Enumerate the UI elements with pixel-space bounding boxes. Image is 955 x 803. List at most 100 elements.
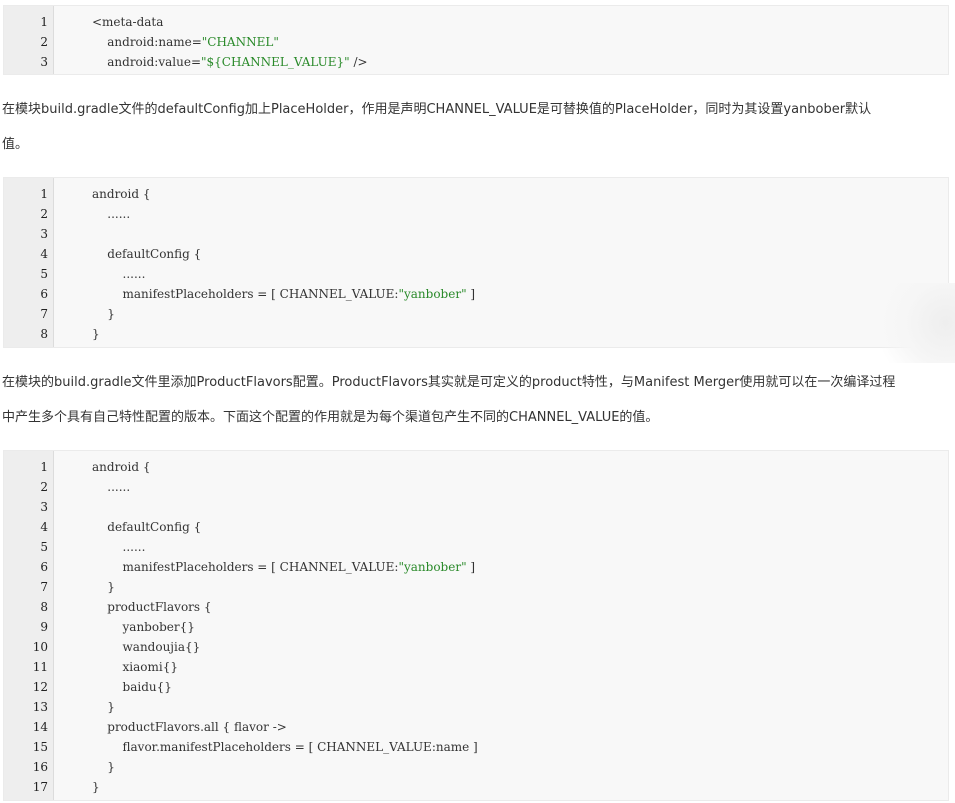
line-number: 1 (40, 460, 48, 474)
code-token: productFlavors.all { flavor -> (92, 720, 287, 734)
code-token: } (92, 307, 115, 321)
code-text: android:name="CHANNEL" (92, 32, 279, 52)
code-line: 1 <meta-data (4, 12, 948, 32)
code-text: <meta-data (92, 12, 163, 32)
code-line: 6 manifestPlaceholders = [ CHANNEL_VALUE… (4, 284, 948, 304)
code-token: android { (92, 187, 151, 201)
paragraph-line: 在模块的build.gradle文件里添加ProductFlavors配置。Pr… (2, 375, 896, 390)
code-text: defaultConfig { (92, 244, 201, 264)
code-line: 1 android { (4, 184, 948, 204)
string-literal: "yanbober" (398, 560, 467, 574)
code-text: android { (92, 184, 151, 204)
code-text: android { (92, 457, 151, 477)
code-block-product-flavors: 1 android {2 ...... 3 4 defaultConfig {5 ..… (3, 450, 949, 801)
line-number: 15 (32, 740, 48, 754)
code-text: } (92, 757, 115, 777)
code-line: 3 android:value="${CHANNEL_VALUE}" /> (4, 52, 948, 72)
code-line: 9 yanbober{} (4, 617, 948, 637)
code-text: manifestPlaceholders = [ CHANNEL_VALUE:"… (92, 557, 476, 577)
line-number: 2 (40, 35, 48, 49)
code-token: } (92, 780, 100, 794)
code-line: 10 wandoujia{} (4, 637, 948, 657)
code-text: ...... (92, 264, 146, 284)
string-literal: "CHANNEL" (201, 35, 279, 49)
code-line: 17} (4, 777, 948, 797)
code-token: } (92, 760, 115, 774)
code-text: baidu{} (92, 677, 172, 697)
line-number: 10 (32, 640, 48, 654)
code-token: ...... (92, 540, 146, 554)
line-number: 5 (40, 267, 48, 281)
code-line: 13 } (4, 697, 948, 717)
line-number: 8 (40, 600, 48, 614)
code-line: 7 } (4, 577, 948, 597)
paragraph-line: 在模块build.gradle文件的defaultConfig加上PlaceHo… (2, 102, 872, 117)
code-line: 3 (4, 224, 948, 244)
code-token: wandoujia{} (92, 640, 201, 654)
code-token: ...... (92, 480, 131, 494)
line-number: 5 (40, 540, 48, 554)
line-number: 14 (32, 720, 48, 734)
code-line: 8} (4, 324, 948, 344)
line-number: 16 (32, 760, 48, 774)
code-text: ...... (92, 537, 146, 557)
code-text: flavor.manifestPlaceholders = [ CHANNEL_… (92, 737, 478, 757)
code-text: } (92, 777, 100, 797)
code-token: xiaomi{} (92, 660, 178, 674)
code-line: 2 android:name="CHANNEL" (4, 32, 948, 52)
code-token: ...... (92, 207, 131, 221)
code-line: 4 defaultConfig { (4, 517, 948, 537)
code-text: ...... (92, 204, 130, 224)
code-token: <meta-data (92, 15, 164, 29)
line-number: 7 (40, 580, 48, 594)
code-line: 4 defaultConfig { (4, 244, 948, 264)
code-text: } (92, 577, 115, 597)
code-token: ] (466, 560, 476, 574)
code-token: } (92, 580, 115, 594)
line-number: 4 (40, 520, 48, 534)
code-token: flavor.manifestPlaceholders = [ CHANNEL_… (92, 740, 478, 754)
code-line: 11 xiaomi{} (4, 657, 948, 677)
code-line: 12 baidu{} (4, 677, 948, 697)
code-text: productFlavors.all { flavor -> (92, 717, 287, 737)
code-text: yanbober{} (92, 617, 195, 637)
code-text: defaultConfig { (92, 517, 201, 537)
code-line: 8 productFlavors { (4, 597, 948, 617)
code-token: android { (92, 460, 151, 474)
line-number: 13 (32, 700, 48, 714)
line-number: 3 (40, 55, 48, 69)
code-line: 2 ...... (4, 204, 948, 224)
code-text: } (92, 304, 115, 324)
code-token: } (92, 700, 115, 714)
code-token: android:name= (92, 35, 202, 49)
code-text: android:value="${CHANNEL_VALUE}" /> (92, 52, 367, 72)
code-line: 3 (4, 497, 948, 517)
code-token: ...... (92, 267, 146, 281)
code-token: defaultConfig { (92, 520, 202, 534)
code-text: ...... (92, 477, 130, 497)
line-number: 12 (32, 680, 48, 694)
line-number: 17 (32, 780, 48, 794)
line-number: 11 (32, 660, 48, 674)
code-line: 15 flavor.manifestPlaceholders = [ CHANN… (4, 737, 948, 757)
code-line: 5 ...... (4, 537, 948, 557)
paragraph-product-flavors-description: 在模块的build.gradle文件里添加ProductFlavors配置。Pr… (2, 365, 952, 435)
line-number: 2 (40, 480, 48, 494)
code-block-meta-data: 1 <meta-data 2 android:name="CHANNEL" 3 and… (3, 5, 949, 75)
line-number: 1 (40, 15, 48, 29)
code-line: 14 productFlavors.all { flavor -> (4, 717, 948, 737)
decorative-fade (862, 283, 955, 363)
code-token: android:value= (92, 55, 202, 69)
line-number: 4 (40, 247, 48, 261)
code-text: manifestPlaceholders = [ CHANNEL_VALUE:"… (92, 284, 476, 304)
code-block-default-config: 1 android {2 ...... 3 4 defaultConfig {5 ..… (3, 177, 949, 348)
paragraph-line: 值。 (2, 137, 29, 152)
paragraph-placeholder-description: 在模块build.gradle文件的defaultConfig加上PlaceHo… (2, 92, 952, 162)
line-number: 6 (40, 287, 48, 301)
code-token: } (92, 327, 100, 341)
code-text: } (92, 697, 115, 717)
string-literal: "yanbober" (398, 287, 467, 301)
code-text: wandoujia{} (92, 637, 201, 657)
code-token: baidu{} (92, 680, 172, 694)
code-line: 2 ...... (4, 477, 948, 497)
